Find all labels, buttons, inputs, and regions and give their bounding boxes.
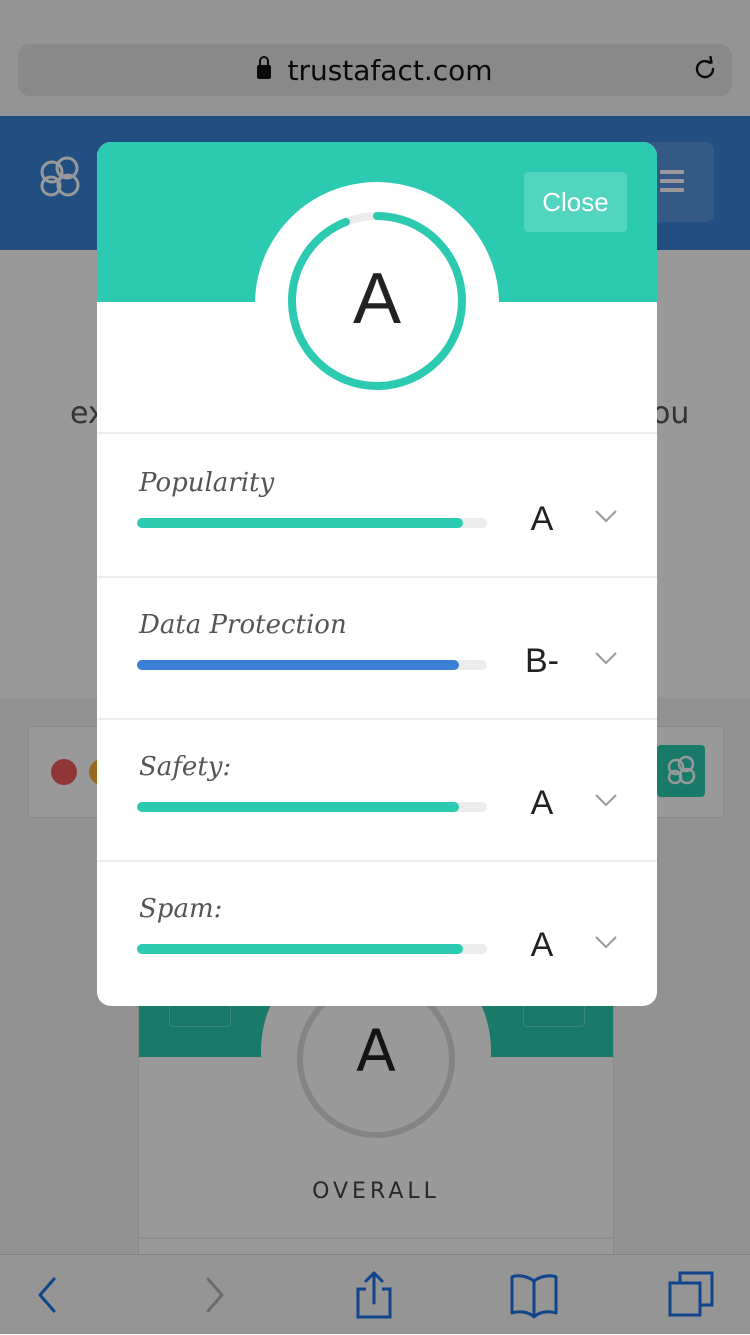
chevron-down-icon[interactable]	[594, 792, 618, 808]
close-button[interactable]: Close	[524, 172, 627, 232]
progress-bar-fill	[137, 518, 463, 528]
progress-bar-fill	[137, 660, 459, 670]
progress-bar	[137, 660, 487, 670]
metric-row-popularity[interactable]: Popularity A	[97, 434, 657, 578]
metric-grade: A	[530, 926, 554, 964]
metric-grade: A	[530, 500, 554, 538]
metric-label: Spam:	[139, 894, 223, 924]
progress-bar	[137, 518, 487, 528]
metric-label: Data Protection	[139, 610, 347, 640]
progress-bar	[137, 944, 487, 954]
overall-grade-letter: A	[352, 259, 402, 339]
metric-label: Safety:	[139, 752, 232, 782]
progress-bar	[137, 802, 487, 812]
chevron-down-icon[interactable]	[594, 650, 618, 666]
chevron-down-icon[interactable]	[594, 934, 618, 950]
metric-grade: A	[530, 784, 554, 822]
metric-row-safety[interactable]: Safety: A	[97, 718, 657, 862]
chevron-down-icon[interactable]	[594, 508, 618, 524]
metric-row-data-protection[interactable]: Data Protection B-	[97, 576, 657, 720]
metric-row-spam[interactable]: Spam: A	[97, 860, 657, 1002]
progress-bar-fill	[137, 802, 459, 812]
metric-label: Popularity	[139, 468, 275, 498]
metric-grade: B-	[525, 642, 559, 680]
grade-details-modal: Close A Popularity A Data Protection B- …	[97, 142, 657, 1006]
progress-bar-fill	[137, 944, 463, 954]
